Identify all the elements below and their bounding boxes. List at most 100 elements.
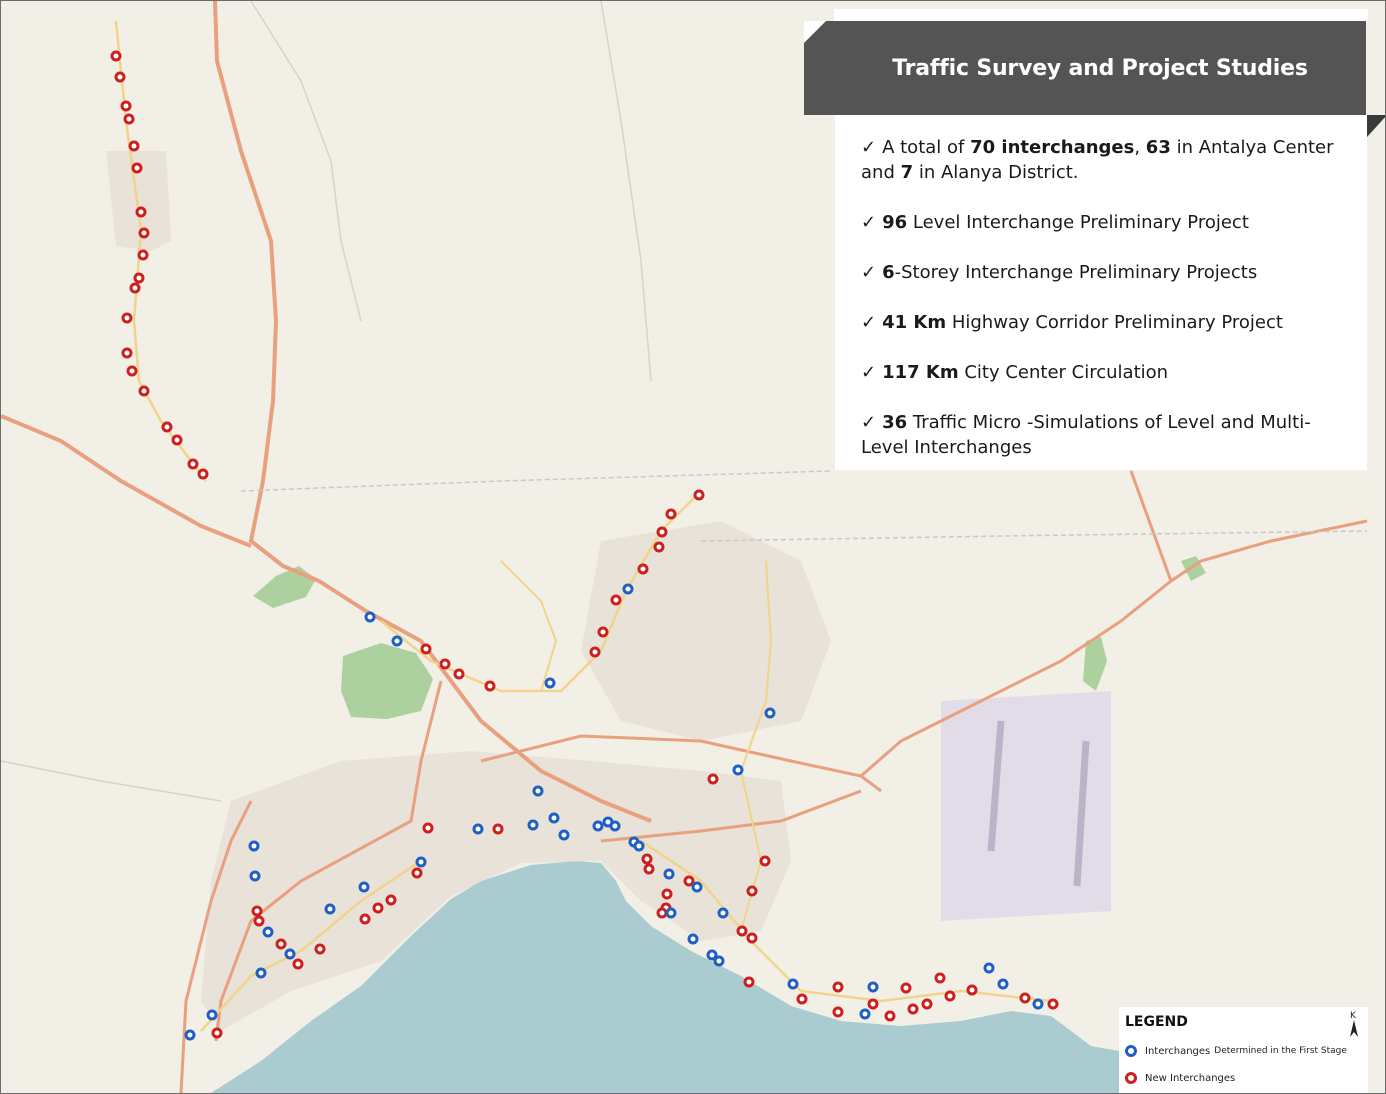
first-stage-interchange-marker[interactable] (997, 978, 1009, 990)
new-interchange-marker[interactable] (589, 646, 601, 658)
first-stage-interchange-marker[interactable] (472, 823, 484, 835)
first-stage-interchange-marker[interactable] (622, 583, 634, 595)
new-interchange-marker[interactable] (453, 668, 465, 680)
new-interchange-marker[interactable] (641, 853, 653, 865)
first-stage-interchange-marker[interactable] (249, 870, 261, 882)
first-stage-interchange-marker[interactable] (691, 881, 703, 893)
new-interchange-marker[interactable] (492, 823, 504, 835)
first-stage-interchange-marker[interactable] (633, 840, 645, 852)
new-interchange-marker[interactable] (1047, 998, 1059, 1010)
first-stage-interchange-marker[interactable] (558, 829, 570, 841)
new-interchange-marker[interactable] (597, 626, 609, 638)
first-stage-interchange-marker[interactable] (867, 981, 879, 993)
first-stage-interchange-marker[interactable] (284, 948, 296, 960)
new-interchange-marker[interactable] (138, 385, 150, 397)
new-interchange-marker[interactable] (661, 888, 673, 900)
first-stage-interchange-marker[interactable] (364, 611, 376, 623)
first-stage-interchange-marker[interactable] (687, 933, 699, 945)
new-interchange-marker[interactable] (934, 972, 946, 984)
new-interchange-marker[interactable] (121, 347, 133, 359)
new-interchange-marker[interactable] (637, 563, 649, 575)
new-interchange-marker[interactable] (656, 526, 668, 538)
new-interchange-marker[interactable] (372, 902, 384, 914)
new-interchange-marker[interactable] (385, 894, 397, 906)
new-interchange-marker[interactable] (359, 913, 371, 925)
new-interchange-marker[interactable] (411, 867, 423, 879)
new-interchange-marker[interactable] (420, 643, 432, 655)
new-interchange-marker[interactable] (114, 71, 126, 83)
new-interchange-marker[interactable] (759, 855, 771, 867)
new-interchange-marker[interactable] (665, 508, 677, 520)
new-interchange-marker[interactable] (1019, 992, 1031, 1004)
first-stage-interchange-marker[interactable] (255, 967, 267, 979)
first-stage-interchange-marker[interactable] (548, 812, 560, 824)
new-interchange-marker[interactable] (746, 885, 758, 897)
new-interchange-marker[interactable] (161, 421, 173, 433)
new-interchange-marker[interactable] (683, 875, 695, 887)
first-stage-interchange-marker[interactable] (609, 820, 621, 832)
new-interchange-marker[interactable] (422, 822, 434, 834)
first-stage-interchange-marker[interactable] (206, 1009, 218, 1021)
new-interchange-marker[interactable] (211, 1027, 223, 1039)
new-interchange-marker[interactable] (123, 113, 135, 125)
first-stage-interchange-marker[interactable] (983, 962, 995, 974)
new-interchange-marker[interactable] (736, 925, 748, 937)
new-interchange-marker[interactable] (966, 984, 978, 996)
new-interchange-marker[interactable] (251, 905, 263, 917)
new-interchange-marker[interactable] (129, 282, 141, 294)
new-interchange-marker[interactable] (707, 773, 719, 785)
first-stage-interchange-marker[interactable] (859, 1008, 871, 1020)
new-interchange-marker[interactable] (121, 312, 133, 324)
new-interchange-marker[interactable] (187, 458, 199, 470)
new-interchange-marker[interactable] (907, 1003, 919, 1015)
new-interchange-marker[interactable] (693, 489, 705, 501)
new-interchange-marker[interactable] (944, 990, 956, 1002)
new-interchange-marker[interactable] (292, 958, 304, 970)
first-stage-interchange-marker[interactable] (717, 907, 729, 919)
new-interchange-marker[interactable] (253, 915, 265, 927)
first-stage-interchange-marker[interactable] (532, 785, 544, 797)
first-stage-interchange-marker[interactable] (527, 819, 539, 831)
first-stage-interchange-marker[interactable] (544, 677, 556, 689)
new-interchange-marker[interactable] (131, 162, 143, 174)
new-interchange-marker[interactable] (126, 365, 138, 377)
first-stage-interchange-marker[interactable] (732, 764, 744, 776)
new-interchange-marker[interactable] (137, 249, 149, 261)
new-interchange-marker[interactable] (743, 976, 755, 988)
first-stage-interchange-marker[interactable] (358, 881, 370, 893)
new-interchange-marker[interactable] (921, 998, 933, 1010)
new-interchange-marker[interactable] (884, 1010, 896, 1022)
new-interchange-marker[interactable] (653, 541, 665, 553)
new-interchange-marker[interactable] (314, 943, 326, 955)
new-interchange-marker[interactable] (643, 863, 655, 875)
first-stage-interchange-marker[interactable] (592, 820, 604, 832)
first-stage-interchange-marker[interactable] (184, 1029, 196, 1041)
first-stage-interchange-marker[interactable] (1032, 998, 1044, 1010)
new-interchange-marker[interactable] (832, 981, 844, 993)
new-interchange-marker[interactable] (832, 1006, 844, 1018)
first-stage-interchange-marker[interactable] (324, 903, 336, 915)
new-interchange-marker[interactable] (128, 140, 140, 152)
first-stage-interchange-marker[interactable] (248, 840, 260, 852)
new-interchange-marker[interactable] (900, 982, 912, 994)
new-interchange-marker[interactable] (439, 658, 451, 670)
first-stage-interchange-marker[interactable] (262, 926, 274, 938)
first-stage-interchange-marker[interactable] (415, 856, 427, 868)
new-interchange-marker[interactable] (610, 594, 622, 606)
new-interchange-marker[interactable] (120, 100, 132, 112)
new-interchange-marker[interactable] (171, 434, 183, 446)
first-stage-interchange-marker[interactable] (713, 955, 725, 967)
first-stage-interchange-marker[interactable] (764, 707, 776, 719)
new-interchange-marker[interactable] (484, 680, 496, 692)
first-stage-interchange-marker[interactable] (391, 635, 403, 647)
new-interchange-marker[interactable] (135, 206, 147, 218)
new-interchange-marker[interactable] (110, 50, 122, 62)
new-interchange-marker[interactable] (867, 998, 879, 1010)
new-interchange-marker[interactable] (796, 993, 808, 1005)
new-interchange-marker[interactable] (746, 932, 758, 944)
new-interchange-marker[interactable] (138, 227, 150, 239)
new-interchange-marker[interactable] (197, 468, 209, 480)
new-interchange-marker[interactable] (656, 907, 668, 919)
new-interchange-marker[interactable] (133, 272, 145, 284)
first-stage-interchange-marker[interactable] (787, 978, 799, 990)
